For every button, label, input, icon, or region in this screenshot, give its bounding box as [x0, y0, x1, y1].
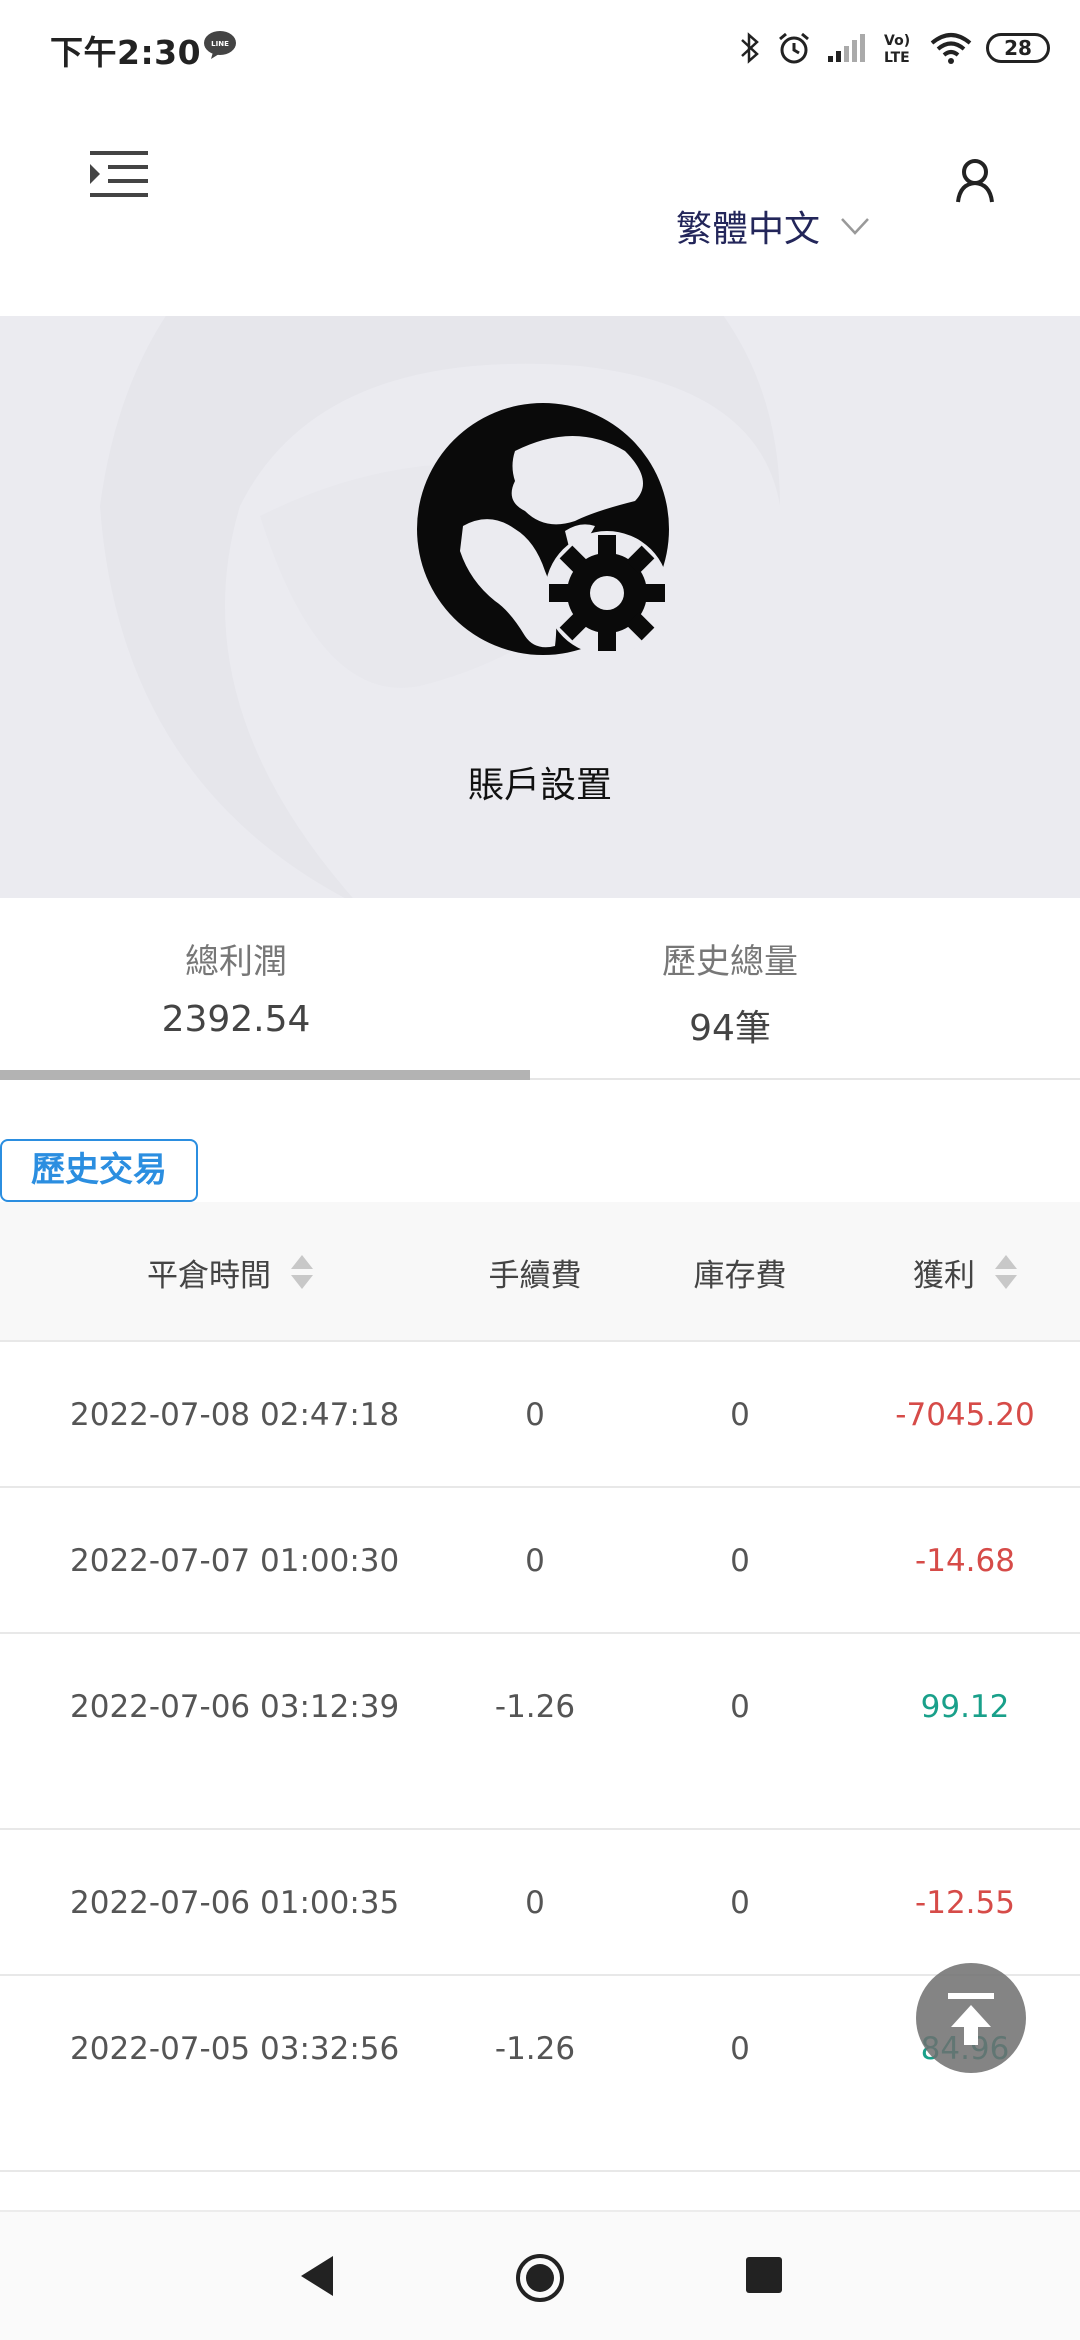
history-trades-tag: 歷史交易 [0, 1139, 198, 1202]
fee-cell: -1.26 [494, 2031, 576, 2067]
home-icon[interactable] [514, 2252, 566, 2304]
sort-icon[interactable] [995, 1253, 1017, 1291]
fee-cell: 0 [525, 1885, 545, 1921]
fee-cell: -1.26 [494, 1689, 576, 1725]
language-label: 繁體中文 [676, 209, 821, 250]
chevron-down-icon [841, 218, 869, 235]
system-nav-bar [0, 2210, 1080, 2340]
profit-cell: -7045.20 [895, 1397, 1035, 1433]
storage-fee-cell: 0 [730, 2031, 750, 2067]
fee-header-label: 手續費 [488, 1257, 582, 1294]
active-tab-indicator [0, 1070, 530, 1080]
storage-fee-cell: 0 [730, 1885, 750, 1921]
user-icon[interactable] [950, 156, 1000, 206]
tab-total-profit[interactable]: 總利潤 2392.54 [0, 934, 472, 1040]
table-row[interactable]: 2022-07-08 02:47:18 0 0 -7045.20 [0, 1342, 1080, 1488]
app-header: 繁體中文 [0, 96, 1080, 316]
status-bar: 下午2:30 LINE Vo) LTE 28 [0, 0, 1080, 96]
column-header-storage-fee: 庫存費 [630, 1202, 850, 1342]
storage-fee-header-label: 庫存費 [693, 1257, 787, 1294]
account-hero: 賬戶設置 [0, 316, 1080, 898]
back-icon[interactable] [297, 2254, 337, 2298]
arrow-to-top-icon [948, 1993, 994, 2045]
line-app-icon: LINE [204, 31, 236, 59]
close-time-cell: 2022-07-07 01:00:30 [70, 1543, 400, 1579]
svg-text:LTE: LTE [884, 50, 910, 66]
column-header-fee: 手續費 [440, 1202, 630, 1342]
profit-header-label: 獲利 [913, 1257, 975, 1294]
wifi-icon [930, 33, 972, 64]
status-icons: Vo) LTE 28 [738, 26, 1050, 70]
back-to-top-button[interactable] [916, 1963, 1026, 2073]
volte-icon: Vo) LTE [884, 33, 910, 66]
history-total-value: 94筆 [689, 1008, 771, 1049]
menu-indent-icon[interactable] [88, 148, 150, 200]
table-row[interactable]: 2022-07-06 01:00:35 0 0 -12.55 [0, 1830, 1080, 1976]
recent-apps-icon[interactable] [746, 2257, 782, 2293]
status-time: 下午2:30 [50, 33, 202, 72]
fee-cell: 0 [525, 1543, 545, 1579]
column-header-profit[interactable]: 獲利 [850, 1202, 1080, 1342]
storage-fee-cell: 0 [730, 1543, 750, 1579]
signal-icon [828, 34, 865, 62]
table-header: 平倉時間 手續費 庫存費 獲利 [0, 1202, 1080, 1342]
sort-icon[interactable] [291, 1253, 313, 1291]
profit-cell: -14.68 [915, 1543, 1015, 1579]
language-selector[interactable]: 繁體中文 [676, 200, 870, 252]
history-total-title: 歷史總量 [662, 942, 798, 982]
account-settings-label[interactable]: 賬戶設置 [0, 756, 1080, 808]
stats-tabs: 總利潤 2392.54 歷史總量 94筆 [0, 898, 1080, 1080]
alarm-icon [779, 32, 809, 64]
svg-text:LINE: LINE [211, 40, 229, 48]
close-time-cell: 2022-07-05 03:32:56 [70, 2031, 400, 2067]
svg-text:Vo): Vo) [884, 33, 910, 49]
table-row[interactable]: 2022-07-07 01:00:30 0 0 -14.68 [0, 1488, 1080, 1634]
account-settings-globe-gear-icon[interactable] [415, 401, 680, 666]
profit-cell: -12.55 [915, 1885, 1015, 1921]
profit-cell: 99.12 [920, 1689, 1010, 1725]
bluetooth-icon [741, 32, 759, 64]
table-row[interactable]: 2022-07-06 03:12:39 -1.26 0 99.12 [0, 1634, 1080, 1830]
close-time-header-label: 平倉時間 [147, 1257, 271, 1294]
total-profit-value: 2392.54 [161, 999, 311, 1040]
fee-cell: 0 [525, 1397, 545, 1433]
storage-fee-cell: 0 [730, 1689, 750, 1725]
tab-history-total[interactable]: 歷史總量 94筆 [530, 934, 930, 1051]
column-header-close-time[interactable]: 平倉時間 [0, 1202, 440, 1342]
storage-fee-cell: 0 [730, 1397, 750, 1433]
close-time-cell: 2022-07-08 02:47:18 [70, 1397, 400, 1433]
close-time-cell: 2022-07-06 03:12:39 [70, 1689, 400, 1725]
close-time-cell: 2022-07-06 01:00:35 [70, 1885, 400, 1921]
total-profit-title: 總利潤 [185, 942, 287, 982]
battery-icon: 28 [986, 33, 1050, 63]
